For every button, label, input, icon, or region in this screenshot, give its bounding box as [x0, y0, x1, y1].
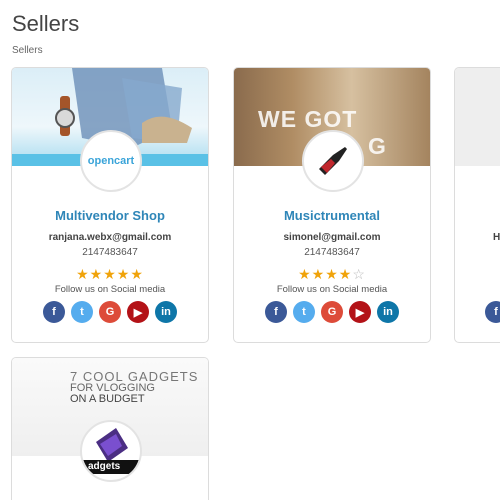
- youtube-icon[interactable]: ▶: [349, 301, 371, 323]
- google-plus-icon[interactable]: G: [321, 301, 343, 323]
- star-icon: ★: [103, 266, 117, 282]
- seller-name-link[interactable]: Musictrumental: [234, 208, 430, 223]
- seller-email: H: [493, 232, 500, 243]
- seller-phone: 2147483647: [304, 247, 360, 258]
- banner-text-a: WE GOT: [258, 106, 358, 132]
- star-icon: ★: [76, 266, 90, 282]
- youtube-icon[interactable]: ▶: [127, 301, 149, 323]
- linkedin-icon[interactable]: in: [155, 301, 177, 323]
- seller-banner: [455, 68, 500, 166]
- logo-text: opencart: [87, 155, 135, 167]
- star-icon: ★: [298, 266, 312, 282]
- facebook-icon[interactable]: f: [265, 301, 287, 323]
- seller-name-link[interactable]: Multivendor Shop: [12, 208, 208, 223]
- linkedin-icon[interactable]: in: [377, 301, 399, 323]
- logo-text: adgets: [88, 461, 121, 472]
- star-icon: ★: [325, 266, 339, 282]
- follow-text: Follow us on Social media: [54, 284, 166, 295]
- star-icon: ★: [130, 266, 144, 282]
- seller-email: ranjana.webx@gmail.com: [48, 232, 172, 243]
- seller-logo[interactable]: adgets: [80, 420, 142, 482]
- twitter-icon[interactable]: t: [71, 301, 93, 323]
- seller-card[interactable]: opencart Multivendor Shop ranjana.webx@g…: [11, 67, 209, 343]
- banner-text-b: G: [368, 133, 387, 159]
- social-links: f t G ▶ in: [234, 301, 430, 323]
- seller-email: simonel@gmail.com: [283, 232, 381, 243]
- seller-logo[interactable]: opencart: [80, 130, 142, 192]
- rating-stars: ★★★★☆: [234, 266, 430, 283]
- follow-text: Follow us on Social media: [276, 284, 388, 295]
- star-icon: ★: [338, 266, 353, 282]
- google-plus-icon[interactable]: G: [99, 301, 121, 323]
- facebook-icon[interactable]: f: [43, 301, 65, 323]
- banner-text: 7 COOL GADGETS FOR VLOGGING ON A BUDGET: [70, 370, 198, 405]
- seller-card[interactable]: WE GOT G Musictrumental simonel@gmail.com…: [233, 67, 431, 343]
- guitar-icon: [319, 147, 347, 175]
- star-outline-icon: ☆: [352, 266, 366, 282]
- seller-card[interactable]: 7 COOL GADGETS FOR VLOGGING ON A BUDGET …: [11, 357, 209, 500]
- seller-logo[interactable]: [302, 130, 364, 192]
- star-icon: ★: [89, 266, 104, 282]
- banner-line: ON A BUDGET: [70, 393, 145, 405]
- social-links: f t G ▶ in: [12, 301, 208, 323]
- star-icon: ★: [116, 266, 131, 282]
- page-title: Sellers: [12, 11, 80, 36]
- seller-phone: 2147483647: [82, 247, 138, 258]
- star-icon: ★: [311, 266, 326, 282]
- twitter-icon[interactable]: t: [293, 301, 315, 323]
- seller-card[interactable]: H f: [454, 67, 500, 343]
- rating-stars: ★★★★★: [12, 266, 208, 283]
- breadcrumb[interactable]: Sellers: [12, 45, 43, 56]
- facebook-icon[interactable]: f: [485, 301, 500, 323]
